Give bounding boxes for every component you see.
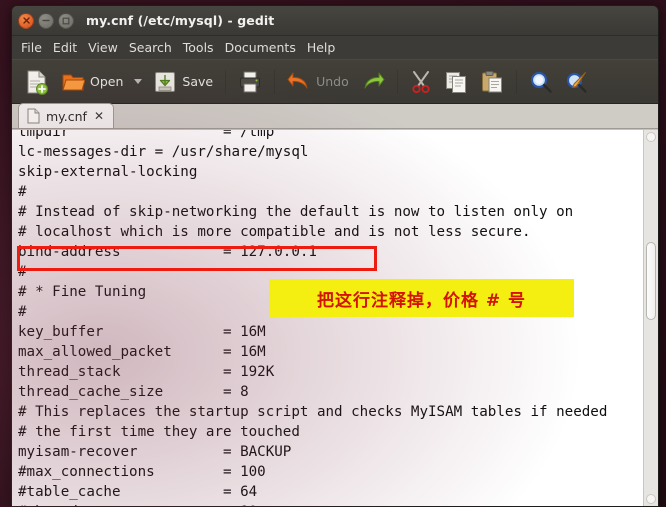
tab-my-cnf[interactable]: my.cnf ✕ — [18, 103, 115, 128]
editor-area: tmpdir = /tmp lc-messages-dir = /usr/sha… — [12, 129, 658, 506]
toolbar-separator-3 — [396, 69, 398, 94]
window-titlebar: my.cnf (/etc/mysql) - gedit — [12, 6, 658, 36]
minimize-button[interactable] — [38, 12, 54, 29]
scrollbar-top-cap[interactable] — [646, 132, 656, 142]
menubar: File Edit View Search Tools Documents He… — [12, 36, 658, 59]
toolbar-separator-2 — [274, 69, 276, 94]
close-button[interactable] — [18, 12, 34, 29]
tab-close-icon[interactable]: ✕ — [93, 109, 105, 123]
new-document-icon — [27, 70, 48, 95]
redo-button[interactable] — [356, 64, 390, 100]
magnifier-icon — [530, 71, 552, 93]
file-content[interactable]: tmpdir = /tmp lc-messages-dir = /usr/sha… — [18, 130, 607, 506]
toolbar: Open Save Undo — [12, 59, 658, 104]
tab-strip: my.cnf ✕ — [12, 103, 658, 129]
menu-tools[interactable]: Tools — [183, 38, 222, 57]
menu-edit[interactable]: Edit — [53, 38, 85, 57]
open-button-label: Open — [90, 74, 124, 89]
desktop-background: my.cnf (/etc/mysql) - gedit File Edit Vi… — [0, 0, 666, 507]
tab-label: my.cnf — [46, 108, 87, 124]
annotation-callout: 把这行注释掉，价格 # 号 — [269, 279, 574, 317]
save-button-label: Save — [182, 74, 214, 89]
paste-icon — [481, 70, 502, 92]
printer-icon — [240, 71, 261, 92]
maximize-icon — [62, 17, 70, 24]
replace-button[interactable] — [560, 64, 594, 100]
copy-button[interactable] — [439, 64, 473, 100]
find-replace-icon — [566, 71, 587, 93]
open-button[interactable]: Open — [56, 64, 128, 100]
open-dropdown-chevron-down-icon[interactable] — [134, 79, 143, 84]
toolbar-separator-1 — [225, 69, 227, 94]
menu-view[interactable]: View — [88, 38, 126, 57]
window-title: my.cnf (/etc/mysql) - gedit — [86, 13, 275, 28]
redo-arrow-icon — [364, 72, 385, 88]
gedit-window: my.cnf (/etc/mysql) - gedit File Edit Vi… — [11, 5, 659, 507]
menu-documents[interactable]: Documents — [225, 38, 304, 57]
annotation-callout-text: 把这行注释掉，价格 # 号 — [316, 290, 527, 311]
copy-icon — [445, 71, 466, 93]
new-document-button[interactable] — [20, 64, 54, 100]
text-view[interactable]: tmpdir = /tmp lc-messages-dir = /usr/sha… — [12, 130, 643, 506]
close-icon — [22, 17, 30, 24]
scrollbar-bottom-cap[interactable] — [646, 494, 656, 504]
minimize-icon — [42, 19, 50, 22]
menu-help[interactable]: Help — [307, 38, 344, 57]
document-icon — [27, 108, 40, 124]
find-button[interactable] — [524, 64, 558, 100]
menu-search[interactable]: Search — [129, 38, 180, 57]
maximize-button[interactable] — [58, 12, 74, 29]
undo-button-label: Undo — [316, 74, 349, 89]
paste-button[interactable] — [475, 64, 509, 100]
toolbar-separator-4 — [515, 69, 517, 94]
save-button[interactable]: Save — [148, 64, 218, 100]
cut-button[interactable] — [405, 64, 437, 100]
print-button[interactable] — [233, 64, 267, 100]
scrollbar-thumb[interactable] — [646, 242, 656, 320]
open-folder-icon — [62, 74, 85, 90]
scissors-icon — [412, 70, 430, 93]
undo-arrow-icon — [287, 72, 308, 88]
save-icon — [155, 71, 176, 92]
undo-button[interactable]: Undo — [282, 64, 354, 100]
window-controls — [18, 12, 74, 29]
vertical-scrollbar[interactable] — [643, 130, 658, 506]
menu-file[interactable]: File — [21, 38, 50, 57]
